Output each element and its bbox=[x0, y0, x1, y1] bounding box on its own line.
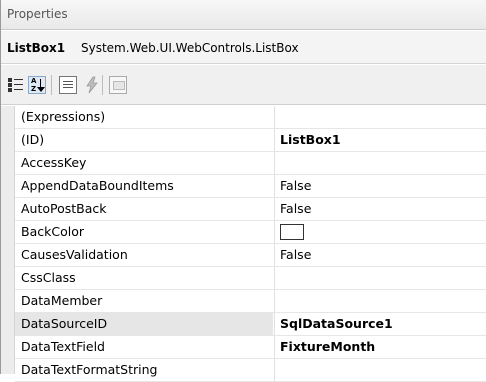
property-name: BackColor bbox=[21, 224, 84, 239]
property-value[interactable] bbox=[275, 221, 486, 243]
property-name: AppendDataBoundItems bbox=[21, 178, 174, 193]
window-title: Properties bbox=[7, 7, 68, 21]
property-row[interactable]: DataMember bbox=[15, 290, 486, 313]
property-value[interactable]: SqlDataSource1 bbox=[275, 313, 486, 335]
property-row[interactable]: (Expressions) bbox=[15, 106, 486, 129]
property-value[interactable] bbox=[275, 106, 486, 128]
property-row[interactable]: DataTextField FixtureMonth bbox=[15, 336, 486, 359]
property-name: (Expressions) bbox=[21, 109, 106, 124]
property-row[interactable]: BackColor bbox=[15, 221, 486, 244]
title-bar: Properties bbox=[1, 0, 486, 30]
property-name: DataTextFormatString bbox=[21, 362, 158, 377]
alphabetical-icon[interactable]: A Z bbox=[28, 76, 46, 94]
grid-gutter bbox=[1, 106, 15, 374]
property-value[interactable]: False bbox=[275, 175, 486, 197]
object-name: ListBox1 bbox=[7, 41, 66, 55]
property-name: DataTextField bbox=[21, 339, 105, 354]
property-row[interactable]: AppendDataBoundItems False bbox=[15, 175, 486, 198]
object-type: System.Web.UI.WebControls.ListBox bbox=[81, 41, 299, 55]
property-value[interactable] bbox=[275, 290, 486, 312]
property-value[interactable] bbox=[275, 267, 486, 289]
property-row[interactable]: DataSourceID SqlDataSource1 bbox=[15, 313, 486, 336]
property-name: CausesValidation bbox=[21, 247, 128, 262]
property-row[interactable]: AccessKey bbox=[15, 152, 486, 175]
property-name: CssClass bbox=[21, 270, 76, 285]
categorized-icon[interactable] bbox=[7, 76, 25, 94]
color-swatch[interactable] bbox=[280, 223, 304, 240]
property-row[interactable]: CssClass bbox=[15, 267, 486, 290]
property-value[interactable]: ListBox1 bbox=[275, 129, 486, 151]
property-value[interactable]: FixtureMonth bbox=[275, 336, 486, 358]
property-row[interactable]: (ID) ListBox1 bbox=[15, 129, 486, 152]
property-value[interactable]: False bbox=[275, 244, 486, 266]
toolbar-separator bbox=[102, 75, 103, 95]
events-lightning-icon[interactable] bbox=[83, 76, 101, 94]
property-value[interactable] bbox=[275, 359, 486, 381]
property-name: AccessKey bbox=[21, 155, 87, 170]
property-name: DataMember bbox=[21, 293, 103, 308]
properties-window: Properties ListBox1 System.Web.UI.WebCon… bbox=[0, 0, 486, 382]
property-value[interactable] bbox=[275, 152, 486, 174]
property-row[interactable]: AutoPostBack False bbox=[15, 198, 486, 221]
property-value[interactable]: False bbox=[275, 198, 486, 220]
property-row[interactable]: DataTextFormatString bbox=[15, 359, 486, 382]
property-pages-icon[interactable] bbox=[109, 76, 127, 94]
object-selector[interactable]: ListBox1 System.Web.UI.WebControls.ListB… bbox=[1, 31, 486, 64]
properties-icon[interactable] bbox=[59, 76, 77, 94]
property-name: AutoPostBack bbox=[21, 201, 107, 216]
property-name: (ID) bbox=[21, 132, 45, 147]
properties-toolbar: A Z bbox=[1, 65, 486, 105]
property-grid: (Expressions) (ID) ListBox1 AccessKey Append… bbox=[1, 106, 486, 382]
toolbar-separator bbox=[51, 75, 52, 95]
property-name: DataSourceID bbox=[15, 313, 273, 335]
property-row[interactable]: CausesValidation False bbox=[15, 244, 486, 267]
